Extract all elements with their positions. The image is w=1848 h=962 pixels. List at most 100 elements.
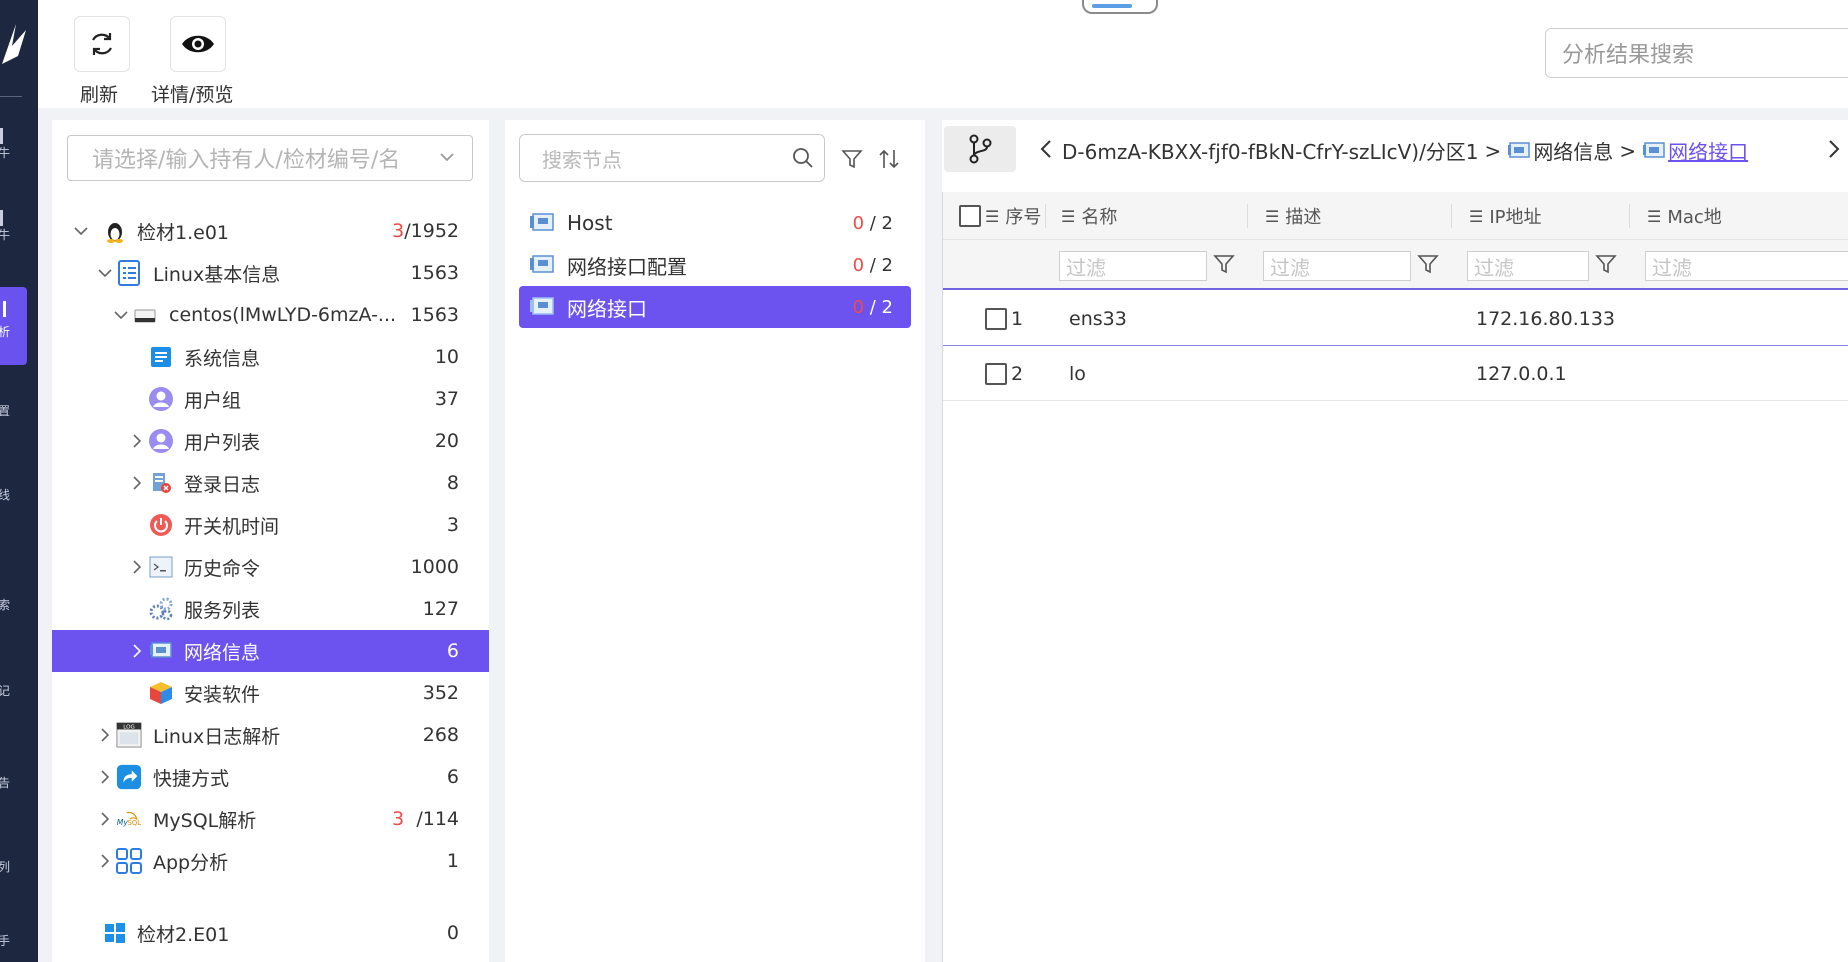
tree-item-label: 安装软件 xyxy=(184,683,261,706)
tree-item-evidence-2[interactable]: 检材2.E01 0 xyxy=(52,912,489,954)
rail-item-5[interactable]: 索 xyxy=(0,580,30,614)
tree-item-mysql-parse[interactable]: My SQL MySQL解析 3 /114 xyxy=(52,798,489,840)
filter-icon[interactable] xyxy=(841,148,863,170)
tree-item-installed-software[interactable]: 安装软件 352 xyxy=(52,672,489,714)
column-name[interactable]: ☰ 名称 xyxy=(1061,192,1117,240)
refresh-icon xyxy=(92,33,112,55)
node-item-interface-config[interactable]: 网络接口配置 0 / 2 xyxy=(519,244,911,286)
log-icon: LOG xyxy=(116,722,142,748)
tree-item-shortcuts[interactable]: 快捷方式 6 xyxy=(52,756,489,798)
power-icon xyxy=(148,512,174,538)
filter-row: 过滤 过滤 过滤 过滤 xyxy=(943,240,1848,290)
tree-item-count: 10 xyxy=(434,346,459,368)
rail-item-analysis-active[interactable]: 析 xyxy=(0,287,27,365)
breadcrumb-path[interactable]: D-6mzA-KBXX-fjf0-fBkN-CfrY-szLIcV)/分区1 xyxy=(1062,136,1479,165)
node-item-network-interface[interactable]: 网络接口 0 / 2 xyxy=(519,286,911,328)
chevron-down-icon[interactable] xyxy=(72,222,90,240)
rail-item-1[interactable]: 牛 xyxy=(0,128,30,162)
tree-item-label: centos(lMwLYD-6mzA-... xyxy=(169,304,397,326)
tree-item-count: 6 xyxy=(446,766,459,788)
chevron-left-icon[interactable] xyxy=(1038,138,1054,160)
node-search-input[interactable]: 搜索节点 xyxy=(519,134,825,182)
chevron-right-icon[interactable] xyxy=(128,432,146,450)
column-menu-icon: ☰ xyxy=(985,206,1000,226)
filter-input-description[interactable]: 过滤 xyxy=(1263,251,1411,281)
row-checkbox[interactable] xyxy=(985,347,1007,401)
chevron-right-icon[interactable] xyxy=(96,852,114,870)
chevron-right-icon[interactable] xyxy=(96,726,114,744)
tree-item-label: 开关机时间 xyxy=(184,515,280,538)
rail-item-6[interactable]: 记 xyxy=(0,666,30,700)
tree-item-label: 历史命令 xyxy=(184,557,261,580)
result-search-input[interactable]: 分析结果搜索 xyxy=(1545,28,1848,78)
drag-handle[interactable] xyxy=(1082,0,1158,14)
rail-item-2[interactable]: 牛 xyxy=(0,210,30,244)
refresh-label: 刷新 xyxy=(80,84,119,106)
chevron-right-icon[interactable] xyxy=(96,768,114,786)
chevron-right-icon[interactable] xyxy=(1826,138,1842,160)
rail-item-3[interactable]: 置 xyxy=(0,386,30,420)
tree-item-service-list[interactable]: 服务列表 127 xyxy=(52,588,489,630)
table-row[interactable]: 1 ens33 172.16.80.133 xyxy=(943,292,1848,346)
tree-item-login-log[interactable]: 登录日志 8 xyxy=(52,462,489,504)
rail-item-4[interactable]: 线 xyxy=(0,470,30,504)
filter-input-mac[interactable]: 过滤 xyxy=(1645,251,1848,281)
select-all-checkbox[interactable] xyxy=(959,192,981,240)
sort-icon[interactable] xyxy=(877,148,901,170)
node-item-host[interactable]: Host 0 / 2 xyxy=(519,202,911,244)
column-mac-address[interactable]: ☰ Mac地 xyxy=(1647,192,1722,240)
column-ip-address[interactable]: ☰ IP地址 xyxy=(1469,192,1542,240)
tree-item-label: 网络信息 xyxy=(184,641,261,664)
detail-preview-button[interactable] xyxy=(170,16,226,72)
search-icon[interactable] xyxy=(792,147,814,169)
filter-input-ip[interactable]: 过滤 xyxy=(1467,251,1589,281)
row-checkbox[interactable] xyxy=(985,292,1007,346)
rail-item-7[interactable]: 告 xyxy=(0,758,30,792)
login-log-icon xyxy=(148,470,174,496)
tree-item-history-commands[interactable]: 历史命令 1000 xyxy=(52,546,489,588)
column-description[interactable]: ☰ 描述 xyxy=(1265,192,1321,240)
owner-select[interactable]: 请选择/输入持有人/检材编号/名 xyxy=(67,135,473,181)
branch-view-button[interactable] xyxy=(944,126,1016,172)
tree-item-system-info[interactable]: 系统信息 10 xyxy=(52,336,489,378)
chevron-right-icon[interactable] xyxy=(128,474,146,492)
filter-input-name[interactable]: 过滤 xyxy=(1059,251,1207,281)
tree-item-user-list[interactable]: 用户列表 20 xyxy=(52,420,489,462)
disk-icon xyxy=(132,302,158,328)
breadcrumb-network-interface[interactable]: 网络接口 xyxy=(1668,136,1748,165)
chevron-right-icon[interactable] xyxy=(128,558,146,576)
tree-item-power-time[interactable]: 开关机时间 3 xyxy=(52,504,489,546)
breadcrumb-network-info[interactable]: 网络信息 xyxy=(1533,136,1613,165)
tree-item-network-info[interactable]: 网络信息 6 xyxy=(52,630,489,672)
network-card-icon xyxy=(530,213,554,231)
tree-item-label: 系统信息 xyxy=(184,347,261,370)
network-card-icon xyxy=(148,638,174,664)
filter-icon[interactable] xyxy=(1213,253,1235,275)
node-count: 0 / 2 xyxy=(852,212,893,234)
column-menu-icon: ☰ xyxy=(1265,206,1280,226)
chevron-down-icon[interactable] xyxy=(96,264,114,282)
tree-item-linux-basic-info[interactable]: Linux基本信息 1563 xyxy=(52,252,489,294)
result-table: ☰ 序号 ☰ 名称 ☰ 描述 ☰ IP地址 ☰ Mac地 过滤 过滤 过滤 过滤… xyxy=(942,192,1848,962)
tree-item-count: 20 xyxy=(434,430,459,452)
app-grid-icon xyxy=(116,848,142,874)
table-row[interactable]: 2 lo 127.0.0.1 xyxy=(943,347,1848,401)
tree-item-evidence-1[interactable]: 检材1.e01 3/1952 xyxy=(52,210,489,252)
chevron-down-icon[interactable] xyxy=(112,306,130,324)
tree-item-centos-partition[interactable]: centos(lMwLYD-6mzA-... 1563 xyxy=(52,294,489,336)
tree-item-user-group[interactable]: 用户组 37 xyxy=(52,378,489,420)
svg-text:My: My xyxy=(117,818,129,827)
chevron-right-icon[interactable] xyxy=(128,642,146,660)
tree-item-linux-log-parse[interactable]: LOG Linux日志解析 268 xyxy=(52,714,489,756)
rail-item-9[interactable]: 手 xyxy=(0,916,30,950)
chevron-right-icon[interactable] xyxy=(96,810,114,828)
tree-item-label: Linux日志解析 xyxy=(153,725,281,748)
tree-item-app-analysis[interactable]: App分析 1 xyxy=(52,840,489,882)
refresh-button[interactable] xyxy=(74,16,130,72)
filter-icon[interactable] xyxy=(1417,253,1439,275)
filter-icon[interactable] xyxy=(1595,253,1617,275)
column-menu-icon: ☰ xyxy=(1647,206,1662,226)
tree-item-label: 用户列表 xyxy=(184,431,261,454)
column-index[interactable]: ☰ 序号 xyxy=(985,192,1041,240)
rail-item-8[interactable]: 列 xyxy=(0,842,30,876)
